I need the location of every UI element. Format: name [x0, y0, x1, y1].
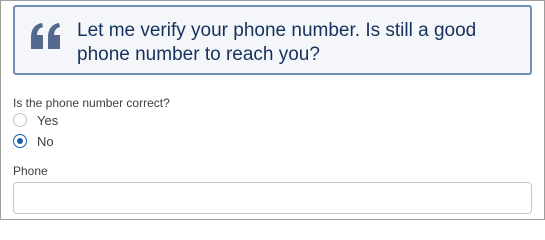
phone-field-label: Phone [13, 164, 48, 178]
phone-input[interactable] [13, 182, 532, 214]
radio-button-no[interactable] [13, 134, 27, 148]
quote-icon [31, 23, 60, 49]
radio-button-yes[interactable] [13, 113, 27, 127]
radio-label-yes: Yes [37, 112, 59, 128]
call-script-panel: Let me verify your phone number. Is stil… [0, 0, 545, 220]
radio-option-yes[interactable]: Yes [13, 112, 58, 128]
phone-correct-question: Is the phone number correct? [13, 96, 170, 110]
radio-label-no: No [37, 133, 54, 149]
script-prompt-text: Let me verify your phone number. Is stil… [77, 20, 477, 65]
radio-option-no[interactable]: No [13, 133, 54, 149]
script-prompt-box: Let me verify your phone number. Is stil… [13, 5, 532, 75]
